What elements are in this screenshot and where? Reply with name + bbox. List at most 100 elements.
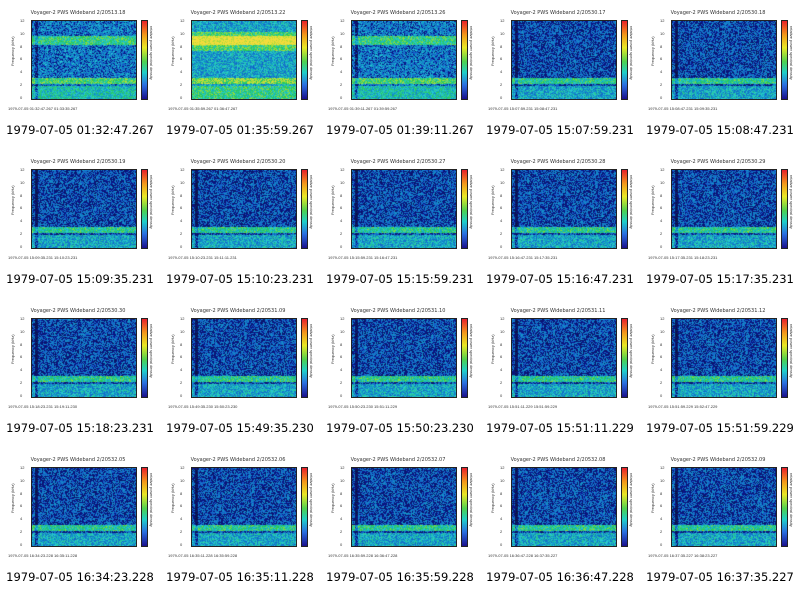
y-tick-label: 2 xyxy=(20,529,23,534)
spectrogram-image[interactable]: Voyager-2 PWS Wideband 2/20531.12 Frequen… xyxy=(644,302,796,416)
spectrogram-image[interactable]: Voyager-2 PWS Wideband 2/20530.30 Frequen… xyxy=(4,302,156,416)
plot-title: Voyager-2 PWS Wideband 2/20530.19 xyxy=(30,159,126,165)
spectrogram-thumbnail[interactable]: Voyager-2 PWS Wideband 2/20513.26 Frequen… xyxy=(320,0,480,149)
y-tick-label: 12 xyxy=(20,465,25,470)
y-tick-label: 4 xyxy=(20,218,23,224)
colorbar xyxy=(781,20,788,100)
spectrogram-thumbnail[interactable]: Voyager-2 PWS Wideband 2/20532.09 Frequen… xyxy=(640,447,800,596)
time-range-footer: 1979-07-05 15:10:23.231 15:11:11.231 xyxy=(168,255,237,260)
y-tick-label: 2 xyxy=(660,82,663,87)
y-tick-label: 4 xyxy=(660,69,663,75)
spectrogram-image[interactable]: Voyager-2 PWS Wideband 2/20530.17 Frequen… xyxy=(484,4,636,118)
spectrogram-image[interactable]: Voyager-2 PWS Wideband 2/20531.10 Frequen… xyxy=(324,302,476,416)
spectrogram-thumbnail[interactable]: Voyager-2 PWS Wideband 2/20530.17 Frequen… xyxy=(480,0,640,149)
y-tick-label: 12 xyxy=(340,18,345,23)
y-axis-label: Frequency (kHz) xyxy=(490,185,495,215)
y-tick-label: 10 xyxy=(660,328,665,334)
y-tick-label: 6 xyxy=(180,354,183,360)
y-axis-label: Frequency (kHz) xyxy=(650,185,655,215)
y-tick-label: 6 xyxy=(180,205,183,211)
y-tick-label: 8 xyxy=(660,192,663,198)
spectrogram-plot xyxy=(191,318,297,398)
timestamp-caption: 1979-07-05 16:34:23.228 xyxy=(6,570,154,584)
y-tick-label: 12 xyxy=(660,167,665,172)
y-axis-label: Frequency (kHz) xyxy=(170,483,175,513)
spectrogram-thumbnail[interactable]: Voyager-2 PWS Wideband 2/20531.10 Frequen… xyxy=(320,298,480,447)
spectrogram-image[interactable]: Voyager-2 PWS Wideband 2/20530.18 Frequen… xyxy=(644,4,796,118)
colorbar-label: relative power spectral density xyxy=(789,26,794,80)
time-range-footer: 1979-07-05 15:15:59.231 15:16:47.231 xyxy=(328,255,398,260)
y-tick-label: 10 xyxy=(20,477,25,483)
plot-title: Voyager-2 PWS Wideband 2/20531.12 xyxy=(670,308,766,314)
spectrogram-thumbnail[interactable]: Voyager-2 PWS Wideband 2/20532.06 Frequen… xyxy=(160,447,320,596)
plot-title: Voyager-2 PWS Wideband 2/20513.18 xyxy=(30,10,126,16)
spectrogram-thumbnail[interactable]: Voyager-2 PWS Wideband 2/20531.09 Frequen… xyxy=(160,298,320,447)
spectrogram-image[interactable]: Voyager-2 PWS Wideband 2/20532.08 Frequen… xyxy=(484,451,636,565)
y-axis-label: Frequency (kHz) xyxy=(170,36,175,66)
spectrogram-thumbnail[interactable]: Voyager-2 PWS Wideband 2/20532.08 Frequen… xyxy=(480,447,640,596)
spectrogram-image[interactable]: Voyager-2 PWS Wideband 2/20513.22 Frequen… xyxy=(164,4,316,118)
y-tick-label: 0 xyxy=(660,243,663,249)
y-tick-label: 12 xyxy=(180,316,185,321)
spectrogram-thumbnail[interactable]: Voyager-2 PWS Wideband 2/20532.05 Frequen… xyxy=(0,447,160,596)
spectrogram-canvas xyxy=(192,319,296,397)
spectrogram-image[interactable]: Voyager-2 PWS Wideband 2/20531.09 Frequen… xyxy=(164,302,316,416)
spectrogram-thumbnail[interactable]: Voyager-2 PWS Wideband 2/20530.18 Frequen… xyxy=(640,0,800,149)
y-tick-label: 4 xyxy=(500,218,503,224)
spectrogram-image[interactable]: Voyager-2 PWS Wideband 2/20532.07 Frequen… xyxy=(324,451,476,565)
spectrogram-thumbnail[interactable]: Voyager-2 PWS Wideband 2/20530.27 Frequen… xyxy=(320,149,480,298)
spectrogram-thumbnail[interactable]: Voyager-2 PWS Wideband 2/20530.20 Frequen… xyxy=(160,149,320,298)
spectrogram-image[interactable]: Voyager-2 PWS Wideband 2/20531.11 Frequen… xyxy=(484,302,636,416)
spectrogram-thumbnail[interactable]: Voyager-2 PWS Wideband 2/20513.22 Frequen… xyxy=(160,0,320,149)
spectrogram-thumbnail[interactable]: Voyager-2 PWS Wideband 2/20531.11 Frequen… xyxy=(480,298,640,447)
time-range-footer: 1979-07-05 15:51:11.229 15:51:59.229 xyxy=(488,404,558,409)
thumbnail-grid: Voyager-2 PWS Wideband 2/20513.18 Frequen… xyxy=(0,0,800,596)
spectrogram-image[interactable]: Voyager-2 PWS Wideband 2/20513.26 Frequen… xyxy=(324,4,476,118)
colorbar-label: relative power spectral density xyxy=(149,26,154,80)
y-tick-label: 12 xyxy=(340,465,345,470)
spectrogram-thumbnail[interactable]: Voyager-2 PWS Wideband 2/20530.28 Frequen… xyxy=(480,149,640,298)
spectrogram-thumbnail[interactable]: Voyager-2 PWS Wideband 2/20513.18 Frequen… xyxy=(0,0,160,149)
y-tick-label: 8 xyxy=(20,490,23,496)
y-axis-label: Frequency (kHz) xyxy=(170,334,175,364)
spectrogram-image[interactable]: Voyager-2 PWS Wideband 2/20532.09 Frequen… xyxy=(644,451,796,565)
spectrogram-thumbnail[interactable]: Voyager-2 PWS Wideband 2/20531.12 Frequen… xyxy=(640,298,800,447)
spectrogram-canvas xyxy=(352,21,456,99)
y-tick-label: 2 xyxy=(180,380,183,385)
spectrogram-image[interactable]: Voyager-2 PWS Wideband 2/20532.05 Frequen… xyxy=(4,451,156,565)
plot-title: Voyager-2 PWS Wideband 2/20530.29 xyxy=(670,159,766,165)
colorbar xyxy=(461,20,468,100)
spectrogram-image[interactable]: Voyager-2 PWS Wideband 2/20530.28 Frequen… xyxy=(484,153,636,267)
spectrogram-thumbnail[interactable]: Voyager-2 PWS Wideband 2/20530.19 Frequen… xyxy=(0,149,160,298)
colorbar-label: relative power spectral density xyxy=(789,324,794,378)
y-tick-label: 10 xyxy=(500,30,505,36)
y-tick-label: 8 xyxy=(20,192,23,198)
timestamp-caption: 1979-07-05 15:09:35.231 xyxy=(6,272,154,286)
y-tick-label: 4 xyxy=(500,367,503,373)
spectrogram-plot xyxy=(511,20,617,100)
y-tick-label: 10 xyxy=(20,179,25,185)
spectrogram-image[interactable]: Voyager-2 PWS Wideband 2/20530.19 Frequen… xyxy=(4,153,156,267)
y-tick-label: 4 xyxy=(500,69,503,75)
spectrogram-canvas xyxy=(352,170,456,248)
spectrogram-image[interactable]: Voyager-2 PWS Wideband 2/20530.27 Frequen… xyxy=(324,153,476,267)
spectrogram-plot xyxy=(191,467,297,547)
spectrogram-image[interactable]: Voyager-2 PWS Wideband 2/20530.29 Frequen… xyxy=(644,153,796,267)
y-tick-label: 4 xyxy=(180,367,183,373)
y-axis-label: Frequency (kHz) xyxy=(650,36,655,66)
y-tick-label: 12 xyxy=(20,18,25,23)
colorbar xyxy=(461,318,468,398)
colorbar xyxy=(141,169,148,249)
colorbar-label: relative power spectral density xyxy=(629,324,634,378)
spectrogram-image[interactable]: Voyager-2 PWS Wideband 2/20532.06 Frequen… xyxy=(164,451,316,565)
spectrogram-thumbnail[interactable]: Voyager-2 PWS Wideband 2/20532.07 Frequen… xyxy=(320,447,480,596)
spectrogram-thumbnail[interactable]: Voyager-2 PWS Wideband 2/20530.30 Frequen… xyxy=(0,298,160,447)
y-tick-label: 12 xyxy=(340,316,345,321)
spectrogram-plot xyxy=(511,467,617,547)
spectrogram-image[interactable]: Voyager-2 PWS Wideband 2/20530.20 Frequen… xyxy=(164,153,316,267)
plot-title: Voyager-2 PWS Wideband 2/20530.27 xyxy=(350,159,446,165)
spectrogram-image[interactable]: Voyager-2 PWS Wideband 2/20513.18 Frequen… xyxy=(4,4,156,118)
y-tick-label: 2 xyxy=(180,231,183,236)
spectrogram-thumbnail[interactable]: Voyager-2 PWS Wideband 2/20530.29 Frequen… xyxy=(640,149,800,298)
y-axis-label: Frequency (kHz) xyxy=(330,334,335,364)
